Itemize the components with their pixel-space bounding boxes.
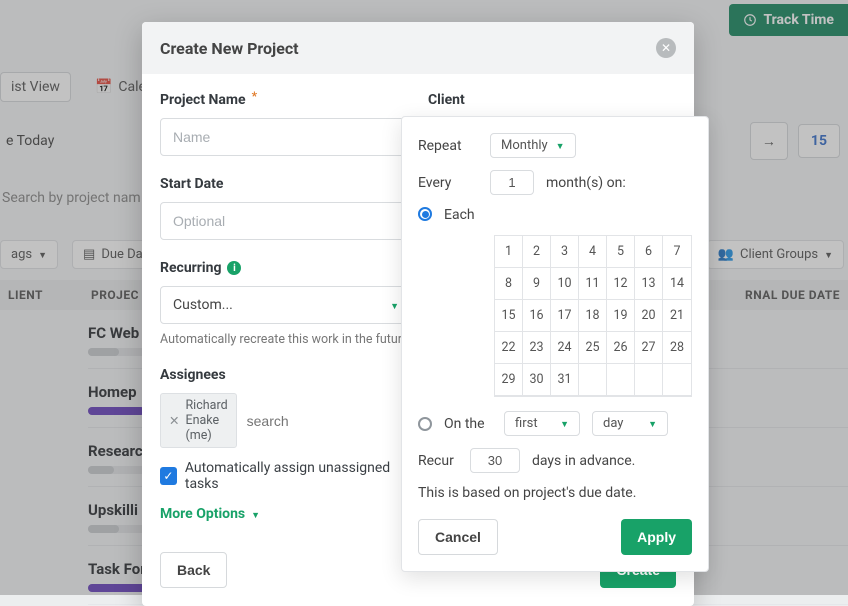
day-cell[interactable]: 12	[607, 268, 635, 300]
day-cell[interactable]: 25	[579, 332, 607, 364]
day-cell[interactable]: 3	[551, 236, 579, 268]
modal-title: Create New Project	[160, 39, 299, 58]
start-date-input[interactable]	[160, 202, 412, 240]
recurring-select[interactable]: Custom...	[160, 286, 412, 324]
day-cell[interactable]: 8	[495, 268, 523, 300]
day-cell[interactable]: 30	[523, 364, 551, 396]
day-cell[interactable]: 26	[607, 332, 635, 364]
assignee-chip[interactable]: ✕ Richard Enake (me)	[160, 393, 237, 448]
remove-chip-icon[interactable]: ✕	[169, 413, 179, 429]
day-grid: 1234567891011121314151617181920212223242…	[494, 235, 692, 397]
day-cell[interactable]: 17	[551, 300, 579, 332]
recur-label: Recur	[418, 453, 458, 469]
project-name-label: Project Name*	[160, 92, 412, 108]
day-cell[interactable]: 23	[523, 332, 551, 364]
close-button[interactable]: ✕	[656, 38, 676, 58]
auto-assign-checkbox[interactable]: ✓	[160, 467, 177, 485]
on-the-radio[interactable]	[418, 417, 432, 431]
recur-suffix: days in advance.	[532, 453, 635, 469]
each-label: Each	[444, 207, 492, 223]
close-icon: ✕	[661, 41, 671, 55]
day-select[interactable]: day	[592, 411, 668, 436]
day-cell[interactable]: 29	[495, 364, 523, 396]
day-cell-empty	[607, 364, 635, 396]
back-button[interactable]: Back	[160, 552, 227, 588]
chevron-down-icon	[648, 417, 657, 430]
day-cell[interactable]: 10	[551, 268, 579, 300]
day-cell[interactable]: 27	[635, 332, 663, 364]
day-cell[interactable]: 5	[607, 236, 635, 268]
chevron-down-icon	[251, 506, 260, 522]
each-radio[interactable]	[418, 207, 432, 221]
on-the-label: On the	[444, 416, 492, 432]
client-label: Client	[428, 92, 676, 108]
day-cell[interactable]: 19	[607, 300, 635, 332]
day-cell[interactable]: 18	[579, 300, 607, 332]
day-cell[interactable]: 16	[523, 300, 551, 332]
every-label: Every	[418, 175, 478, 191]
day-cell[interactable]: 21	[663, 300, 691, 332]
cancel-button[interactable]: Cancel	[418, 519, 498, 555]
ordinal-select[interactable]: first	[504, 411, 580, 436]
assignees-label: Assignees	[160, 367, 412, 383]
every-suffix: month(s) on:	[546, 175, 626, 191]
day-cell[interactable]: 1	[495, 236, 523, 268]
day-cell-empty	[663, 364, 691, 396]
recur-input[interactable]	[470, 448, 520, 473]
day-cell[interactable]: 2	[523, 236, 551, 268]
repeat-select[interactable]: Monthly	[490, 133, 576, 158]
day-cell[interactable]: 22	[495, 332, 523, 364]
day-cell[interactable]: 9	[523, 268, 551, 300]
start-date-label: Start Date	[160, 176, 412, 192]
day-cell[interactable]: 11	[579, 268, 607, 300]
day-cell[interactable]: 28	[663, 332, 691, 364]
day-cell[interactable]: 24	[551, 332, 579, 364]
recur-note: This is based on project's due date.	[418, 485, 692, 501]
day-cell[interactable]: 20	[635, 300, 663, 332]
more-options-toggle[interactable]: More Options	[160, 506, 412, 522]
project-name-input[interactable]	[160, 118, 412, 156]
auto-assign-label: Automatically assign unassigned tasks	[185, 460, 412, 492]
apply-button[interactable]: Apply	[621, 519, 692, 555]
recurring-label: Recurring i	[160, 260, 412, 276]
chevron-down-icon	[560, 417, 569, 430]
day-cell[interactable]: 4	[579, 236, 607, 268]
day-cell-empty	[635, 364, 663, 396]
every-input[interactable]	[490, 170, 534, 195]
day-cell[interactable]: 7	[663, 236, 691, 268]
day-cell-empty	[579, 364, 607, 396]
info-icon: i	[227, 261, 241, 275]
day-cell[interactable]: 13	[635, 268, 663, 300]
chevron-down-icon	[556, 139, 565, 152]
recurring-popover: Repeat Monthly Every month(s) on: Each 1…	[401, 116, 709, 572]
day-cell[interactable]: 31	[551, 364, 579, 396]
chevron-down-icon	[390, 297, 399, 313]
recurring-hint: Automatically recreate this work in the …	[160, 332, 412, 347]
repeat-label: Repeat	[418, 138, 478, 154]
day-cell[interactable]: 14	[663, 268, 691, 300]
day-cell[interactable]: 6	[635, 236, 663, 268]
day-cell[interactable]: 15	[495, 300, 523, 332]
